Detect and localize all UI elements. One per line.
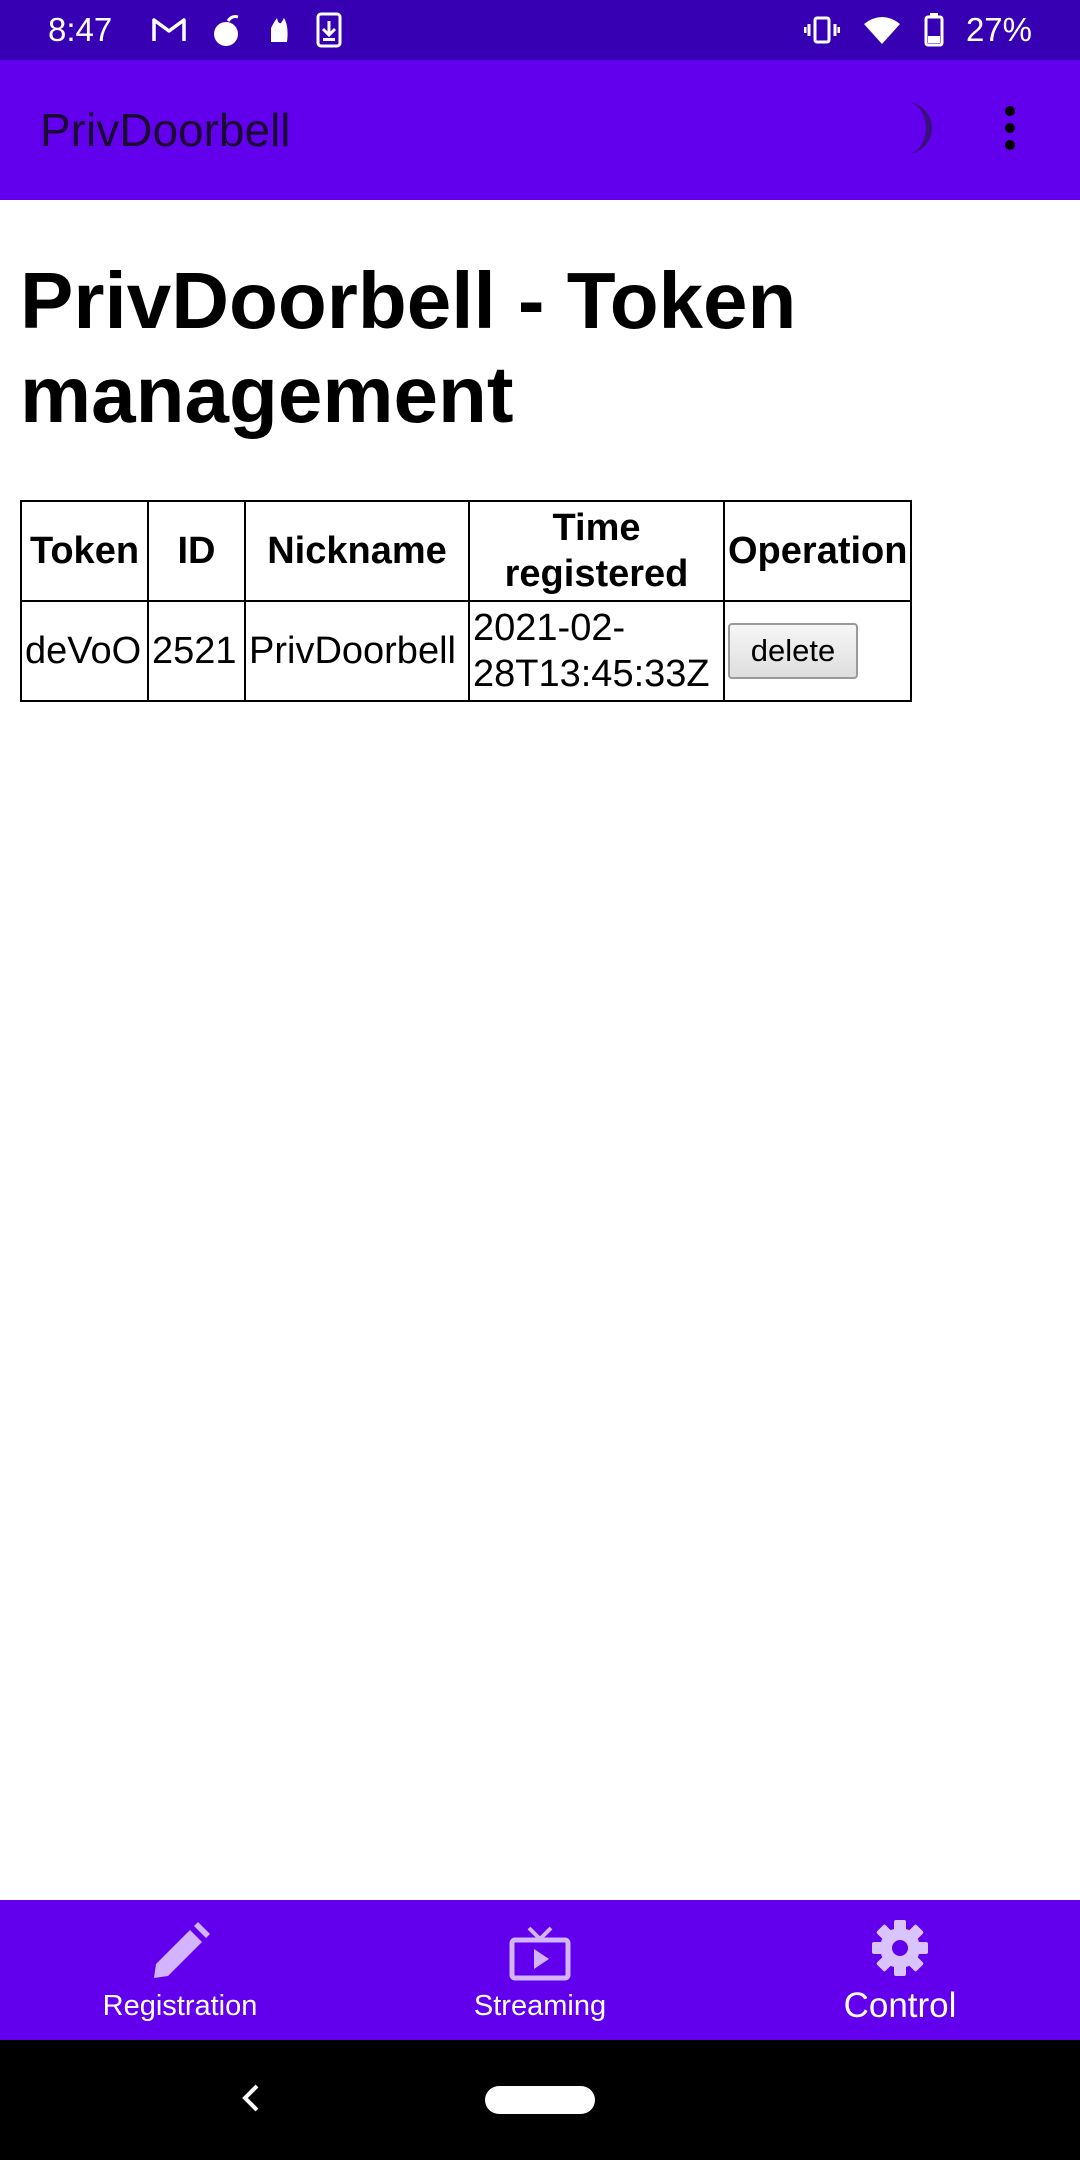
header-operation: Operation: [722, 500, 913, 602]
screen: 8:47 27% PrivDoorbell PrivDoorbell - Tok…: [0, 0, 1080, 2160]
notification-icons: [152, 12, 342, 48]
cell-id: 2521: [147, 600, 246, 702]
app-title: PrivDoorbell: [40, 104, 291, 156]
more-options-button[interactable]: [960, 80, 1060, 180]
home-pill-button[interactable]: [485, 2086, 595, 2114]
system-status-icons: 27%: [803, 11, 1032, 49]
web-content: PrivDoorbell - Token management Token ID…: [0, 200, 1080, 1900]
flame-icon: [268, 16, 290, 44]
table-header-row: Token ID Nickname Time registered Operat…: [20, 500, 913, 602]
delete-button[interactable]: delete: [728, 623, 858, 679]
nav-control-label: Control: [843, 1986, 957, 2025]
header-token: Token: [20, 500, 149, 602]
page-heading: PrivDoorbell - Token management: [20, 256, 797, 439]
bomb-icon: [212, 13, 242, 47]
status-time: 8:47: [48, 11, 113, 48]
wifi-icon: [862, 15, 902, 45]
gmail-icon: [152, 17, 186, 43]
back-button[interactable]: [220, 2070, 280, 2130]
cell-nickname: PrivDoorbell: [244, 600, 470, 702]
system-navigation-bar: [0, 2040, 1080, 2160]
cell-operation: delete: [722, 600, 913, 702]
nav-registration-label: Registration: [102, 1989, 258, 2022]
bottom-navigation: Registration Streaming Control: [0, 1900, 1080, 2040]
header-nickname: Nickname: [244, 500, 470, 602]
nav-registration[interactable]: Registration: [0, 1900, 360, 2040]
battery-icon: [924, 13, 944, 47]
vibrate-icon: [803, 15, 840, 45]
battery-percentage: 27%: [965, 11, 1032, 48]
download-icon: [316, 12, 342, 48]
status-bar: 8:47 27%: [0, 0, 1080, 60]
more-vert-icon: [1003, 105, 1017, 156]
nav-streaming[interactable]: Streaming: [360, 1900, 720, 2040]
nav-control[interactable]: Control: [720, 1900, 1080, 2040]
header-time-registered: Time registered: [468, 500, 725, 602]
app-bar-actions: [860, 80, 1060, 180]
token-table: Token ID Nickname Time registered Operat…: [20, 500, 913, 702]
cell-token: deVoO: [20, 600, 149, 702]
tv-play-icon: [509, 1918, 571, 1982]
dark-mode-button[interactable]: [860, 80, 960, 180]
cell-time-registered: 2021-02-28T13:45:33Z: [468, 600, 725, 702]
header-id: ID: [147, 500, 246, 602]
nav-streaming-label: Streaming: [473, 1989, 607, 2022]
table-row: deVoO 2521 PrivDoorbell 2021-02-28T13:45…: [20, 600, 913, 702]
pencil-icon: [150, 1918, 210, 1982]
app-bar: PrivDoorbell: [0, 60, 1080, 200]
gear-icon: [870, 1914, 930, 1978]
back-chevron-icon: [239, 2083, 261, 2118]
dark-mode-icon: [880, 98, 940, 163]
